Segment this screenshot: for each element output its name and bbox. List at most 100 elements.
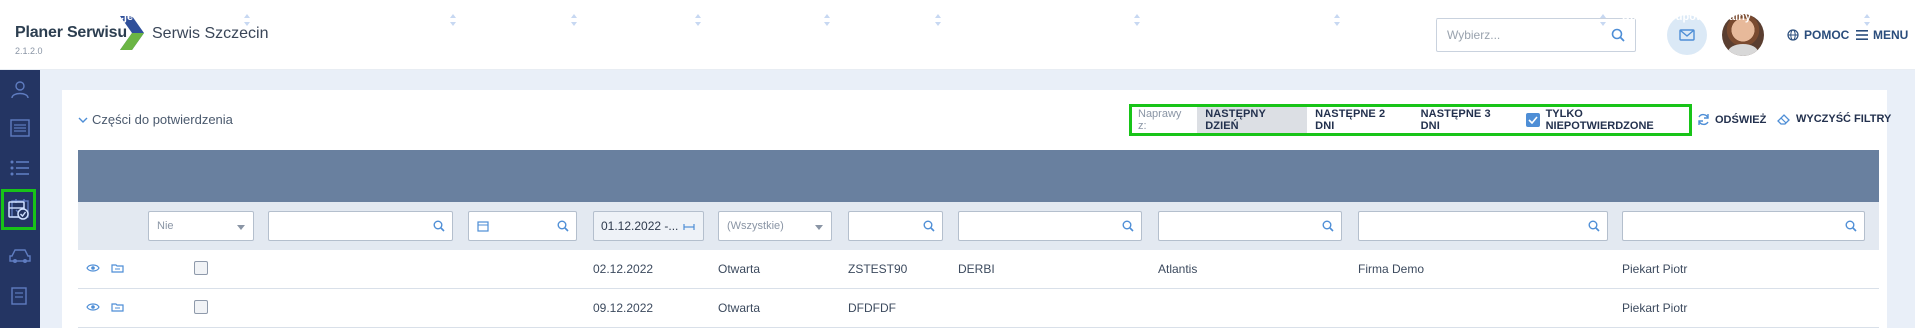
row-advisor: Piekart Piotr [1622, 262, 1688, 276]
menu-label: MENU [1873, 28, 1909, 42]
search-icon[interactable] [557, 220, 569, 232]
search-icon[interactable] [433, 220, 445, 232]
refresh-label: ODŚWIEŻ [1715, 113, 1767, 126]
sidebar-item-parts-confirm[interactable] [1, 189, 36, 230]
filter-next-day-button[interactable]: NASTĘPNY DZIEŃ [1197, 107, 1308, 133]
row-advisor: Piekart Piotr [1622, 301, 1688, 315]
confirmed-checkbox[interactable] [194, 261, 208, 275]
sort-icon[interactable] [1599, 13, 1607, 27]
col-confirm-date[interactable]: Data potwierdzenia [468, 8, 568, 27]
date-range-icon[interactable] [683, 221, 695, 233]
col-model[interactable]: Model [1158, 8, 1190, 27]
col-repair-status[interactable]: Status naprawy [718, 8, 799, 27]
model-filter-input[interactable] [1159, 212, 1341, 240]
sort-icon[interactable] [1333, 13, 1341, 27]
advisor-filter-input[interactable] [1623, 212, 1864, 240]
col-confirmed-by[interactable]: Potwierdzone przez [268, 8, 371, 27]
status-filter-value: (Wszystkie) [727, 220, 784, 232]
hamburger-icon [1856, 30, 1868, 40]
repair-range-filter: Naprawy z: NASTĘPNY DZIEŃ NASTĘPNE 2 DNI… [1129, 104, 1692, 136]
header-search-input[interactable] [1437, 19, 1597, 51]
only-unconfirmed-label: TYLKO NIEPOTWIERDZONE [1545, 108, 1654, 132]
help-link[interactable]: POMOC [1787, 28, 1849, 42]
sort-icon[interactable] [823, 13, 831, 27]
confirm-date-filter[interactable] [468, 211, 577, 241]
sort-icon[interactable] [694, 13, 702, 27]
parts-confirm-icon [7, 200, 29, 220]
confirmed-filter-select[interactable]: Nie [148, 211, 254, 241]
sidebar-item-list[interactable] [0, 148, 40, 188]
clients-icon [11, 81, 29, 99]
search-icon[interactable] [1122, 220, 1134, 232]
col-brand[interactable]: Marka [958, 8, 990, 27]
orders-list-icon [10, 119, 30, 137]
row-visit-date: 09.12.2022 [593, 301, 654, 315]
confirmed-checkbox[interactable] [194, 300, 208, 314]
car-icon [9, 249, 31, 263]
caret-down-icon [237, 225, 245, 230]
advisor-filter[interactable] [1622, 211, 1865, 241]
sort-icon[interactable] [570, 13, 578, 27]
sidebar-item-vehicles[interactable] [0, 236, 40, 276]
row-status: Otwarta [718, 301, 761, 315]
col-reg-number[interactable]: Numer rejestracyjny [848, 8, 916, 46]
sort-icon[interactable] [243, 13, 251, 27]
col-client[interactable]: Zleceniodawca [1358, 8, 1436, 27]
confirmed-filter-value: Nie [157, 220, 174, 232]
refresh-icon [1698, 113, 1709, 126]
brand-filter-input[interactable] [959, 212, 1141, 240]
calendar-icon[interactable] [477, 220, 489, 232]
client-filter[interactable] [1358, 211, 1608, 241]
model-filter[interactable] [1158, 211, 1342, 241]
checkbox-checked-icon[interactable] [1526, 113, 1540, 127]
col-confirmed[interactable]: Potwierdzone? [161, 8, 239, 27]
folder-icon[interactable] [111, 302, 124, 312]
panel-title[interactable]: Części do potwierdzenia [78, 112, 233, 127]
globe-icon [1787, 29, 1799, 41]
service-name[interactable]: Serwis Szczecin [152, 25, 268, 43]
search-icon[interactable] [1588, 220, 1600, 232]
sort-icon[interactable] [934, 13, 942, 27]
folder-icon[interactable] [111, 263, 124, 273]
help-label: POMOC [1804, 28, 1850, 42]
status-filter-select[interactable]: (Wszystkie) [718, 211, 832, 241]
search-icon[interactable] [923, 220, 935, 232]
confirmed-by-filter-input[interactable] [269, 212, 452, 240]
caret-down-icon [815, 225, 823, 230]
sort-icon[interactable] [1133, 13, 1141, 27]
sidebar [0, 70, 40, 328]
table-row[interactable] [78, 289, 1879, 328]
row-visit-date: 02.12.2022 [593, 262, 654, 276]
col-reg-number-line2: rejestracyjny [848, 30, 916, 42]
col-advisor[interactable]: Doradca odpowiedzialny [1622, 8, 1751, 27]
search-icon[interactable] [1845, 220, 1857, 232]
menu-link[interactable]: MENU [1856, 28, 1908, 42]
search-icon[interactable] [1611, 28, 1625, 42]
sidebar-item-orders[interactable] [0, 108, 40, 148]
row-reg-number: DFDFDF [848, 301, 896, 315]
visit-date-filter-value: 01.12.2022 -... [601, 219, 679, 233]
clear-filters-button[interactable]: WYCZYŚĆ FILTRY [1777, 113, 1891, 125]
visit-date-filter[interactable]: 01.12.2022 -... [593, 211, 704, 241]
sort-icon[interactable] [449, 13, 457, 27]
list-icon [10, 160, 29, 176]
brand-filter[interactable] [958, 211, 1142, 241]
col-visit-date[interactable]: Data wizyty [593, 8, 653, 27]
confirmed-by-filter[interactable] [268, 211, 453, 241]
client-filter-input[interactable] [1359, 212, 1607, 240]
eye-icon[interactable] [86, 302, 100, 312]
refresh-button[interactable]: ODŚWIEŻ [1697, 113, 1766, 126]
chevron-down-icon [78, 117, 88, 123]
table-header [78, 150, 1879, 202]
row-model: Atlantis [1158, 262, 1198, 276]
only-unconfirmed-toggle[interactable]: TYLKO NIEPOTWIERDZONE [1518, 108, 1689, 132]
sort-icon[interactable] [1863, 13, 1871, 27]
filter-next-2-days-button[interactable]: NASTĘPNE 2 DNI [1307, 107, 1412, 133]
eye-icon[interactable] [86, 263, 100, 273]
search-icon[interactable] [1322, 220, 1334, 232]
filter-next-3-days-button[interactable]: NASTĘPNE 3 DNI [1413, 107, 1518, 133]
col-operations: Operacje [86, 11, 134, 23]
sidebar-item-clients[interactable] [0, 70, 40, 110]
sidebar-item-documents[interactable] [0, 276, 40, 316]
reg-number-filter[interactable] [848, 211, 943, 241]
